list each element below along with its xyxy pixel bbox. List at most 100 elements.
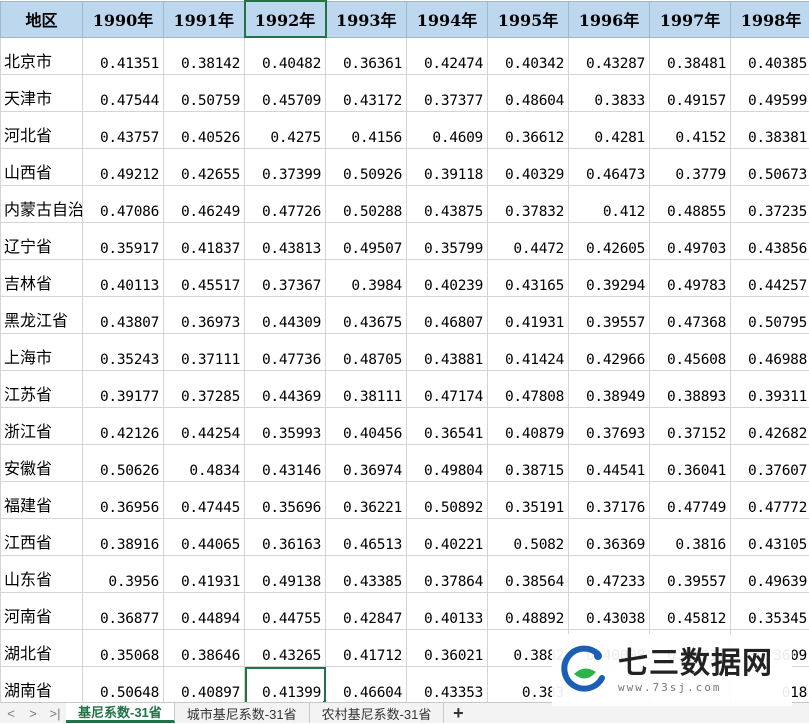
add-sheet-button[interactable]: + — [444, 703, 472, 723]
column-header-year[interactable]: 1998年 — [731, 1, 809, 37]
value-cell[interactable]: 0.43038 — [569, 593, 650, 630]
value-cell[interactable]: 0.37607 — [731, 445, 809, 482]
value-cell[interactable]: 0.48892 — [488, 593, 569, 630]
value-cell[interactable]: 0.49804 — [407, 445, 488, 482]
value-cell[interactable]: 0.43875 — [407, 186, 488, 223]
value-cell[interactable]: 0.42126 — [83, 408, 164, 445]
value-cell[interactable]: 0.412 — [569, 186, 650, 223]
value-cell[interactable]: 0.46604 — [326, 667, 407, 703]
value-cell[interactable]: 0.3816 — [650, 519, 731, 556]
value-cell[interactable]: 0.48705 — [326, 334, 407, 371]
value-cell[interactable]: 0.50795 — [731, 297, 809, 334]
value-cell[interactable]: 0.45709 — [245, 75, 326, 112]
value-cell[interactable]: 0.43807 — [83, 297, 164, 334]
value-cell[interactable]: 0.43813 — [245, 223, 326, 260]
value-cell[interactable]: 0.40482 — [245, 37, 326, 75]
value-cell[interactable]: 0.47174 — [407, 371, 488, 408]
value-cell[interactable]: 0.36877 — [83, 593, 164, 630]
sheet-tab-gini-31[interactable]: 基尼系数-31省 — [66, 703, 175, 723]
value-cell[interactable]: 0.42474 — [407, 37, 488, 75]
value-cell[interactable]: 0.37377 — [407, 75, 488, 112]
value-cell[interactable]: 0.4275 — [245, 112, 326, 149]
value-cell[interactable]: 0.37864 — [407, 556, 488, 593]
column-header-year[interactable]: 1994年 — [407, 1, 488, 37]
value-cell[interactable]: 0.37367 — [245, 260, 326, 297]
value-cell[interactable]: 0.43265 — [245, 630, 326, 667]
value-cell[interactable]: 0.37285 — [164, 371, 245, 408]
value-cell[interactable]: 0.42655 — [164, 149, 245, 186]
value-cell[interactable]: 0.39311 — [731, 371, 809, 408]
value-cell[interactable]: 0.35345 — [731, 593, 809, 630]
column-header-year[interactable]: 1993年 — [326, 1, 407, 37]
value-cell[interactable]: 0.49639 — [731, 556, 809, 593]
prev-sheet-icon[interactable]: < — [0, 703, 22, 723]
region-cell[interactable]: 山西省 — [1, 149, 83, 186]
value-cell[interactable]: 0.44541 — [569, 445, 650, 482]
value-cell[interactable]: 0.43105 — [731, 519, 809, 556]
value-cell[interactable]: 0.49703 — [650, 223, 731, 260]
value-cell[interactable]: 0.45812 — [650, 593, 731, 630]
value-cell[interactable]: 0.3833 — [569, 75, 650, 112]
region-cell[interactable]: 辽宁省 — [1, 223, 83, 260]
region-cell[interactable]: 福建省 — [1, 482, 83, 519]
value-cell[interactable]: 0.42682 — [731, 408, 809, 445]
value-cell[interactable]: 0.50626 — [83, 445, 164, 482]
value-cell[interactable]: 0.4152 — [650, 112, 731, 149]
value-cell[interactable]: 0.43385 — [326, 556, 407, 593]
value-cell[interactable]: 0.3984 — [326, 260, 407, 297]
value-cell[interactable]: 0.41931 — [164, 556, 245, 593]
region-cell[interactable]: 山东省 — [1, 556, 83, 593]
value-cell[interactable]: 0.47726 — [245, 186, 326, 223]
value-cell[interactable]: 0.47445 — [164, 482, 245, 519]
value-cell[interactable]: 0.41351 — [83, 37, 164, 75]
value-cell[interactable]: 0.37235 — [731, 186, 809, 223]
column-header-region[interactable]: 地区 — [1, 1, 83, 37]
value-cell[interactable]: 0.42966 — [569, 334, 650, 371]
value-cell[interactable]: 0.50648 — [83, 667, 164, 703]
value-cell[interactable]: 0.36974 — [326, 445, 407, 482]
value-cell[interactable]: 0.47544 — [83, 75, 164, 112]
region-cell[interactable]: 江苏省 — [1, 371, 83, 408]
value-cell[interactable]: 0.44894 — [164, 593, 245, 630]
value-cell[interactable]: 0.41399 — [245, 667, 326, 703]
value-cell[interactable]: 0.50673 — [731, 149, 809, 186]
value-cell[interactable]: 0.44254 — [164, 408, 245, 445]
value-cell[interactable]: 0.43856 — [731, 223, 809, 260]
value-cell[interactable]: 0.37176 — [569, 482, 650, 519]
value-cell[interactable]: 0.37152 — [650, 408, 731, 445]
value-cell[interactable]: 0.4281 — [569, 112, 650, 149]
region-cell[interactable]: 湖南省 — [1, 667, 83, 703]
value-cell[interactable]: 0.43287 — [569, 37, 650, 75]
value-cell[interactable]: 0.47749 — [650, 482, 731, 519]
value-cell[interactable]: 0.40456 — [326, 408, 407, 445]
region-cell[interactable]: 河南省 — [1, 593, 83, 630]
region-cell[interactable]: 内蒙古自治区 — [1, 186, 83, 223]
value-cell[interactable]: 0.35799 — [407, 223, 488, 260]
value-cell[interactable]: 0.37693 — [569, 408, 650, 445]
value-cell[interactable]: 0.36369 — [569, 519, 650, 556]
value-cell[interactable]: 0.40897 — [164, 667, 245, 703]
value-cell[interactable]: 0.40239 — [407, 260, 488, 297]
value-cell[interactable]: 0.44369 — [245, 371, 326, 408]
value-cell[interactable]: 0.50926 — [326, 149, 407, 186]
value-cell[interactable]: 0.47808 — [488, 371, 569, 408]
value-cell[interactable]: 0.41931 — [488, 297, 569, 334]
value-cell[interactable]: 0.47736 — [245, 334, 326, 371]
value-cell[interactable]: 0.36021 — [407, 630, 488, 667]
value-cell[interactable]: 0.50759 — [164, 75, 245, 112]
region-cell[interactable]: 湖北省 — [1, 630, 83, 667]
value-cell[interactable]: 0.35696 — [245, 482, 326, 519]
value-cell[interactable]: 0.3779 — [650, 149, 731, 186]
value-cell[interactable]: 0.40342 — [488, 37, 569, 75]
value-cell[interactable]: 0.38893 — [650, 371, 731, 408]
value-cell[interactable]: 0.44309 — [245, 297, 326, 334]
value-cell[interactable]: 0.45517 — [164, 260, 245, 297]
value-cell[interactable]: 0.40113 — [83, 260, 164, 297]
value-cell[interactable]: 0.35068 — [83, 630, 164, 667]
value-cell[interactable]: 0.38564 — [488, 556, 569, 593]
value-cell[interactable]: 0.49157 — [650, 75, 731, 112]
region-cell[interactable]: 北京市 — [1, 37, 83, 75]
region-cell[interactable]: 上海市 — [1, 334, 83, 371]
value-cell[interactable]: 0.36221 — [326, 482, 407, 519]
sheet-tab-urban-gini-31[interactable]: 城市基尼系数-31省 — [175, 703, 310, 723]
